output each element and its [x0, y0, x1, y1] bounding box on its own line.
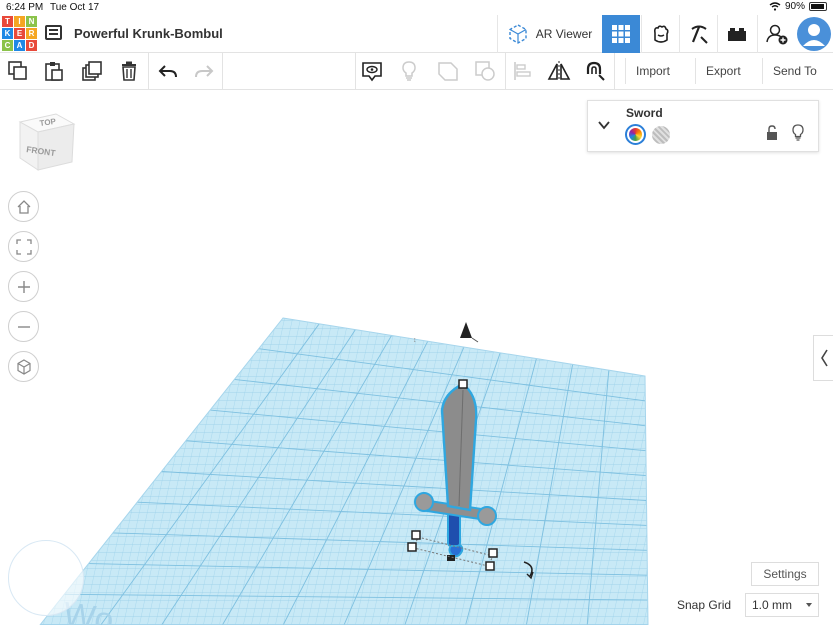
snap-grid-label: Snap Grid	[677, 598, 732, 612]
edit-toolbar: Import Export Send To	[0, 53, 833, 90]
light-bulb-button[interactable]	[397, 59, 421, 83]
import-button[interactable]: Import	[625, 58, 680, 84]
zoom-in-button[interactable]	[8, 271, 39, 302]
3d-design-grid-icon	[612, 25, 630, 43]
logo-letter: E	[14, 28, 25, 39]
design-list-icon[interactable]	[45, 25, 62, 40]
ortho-perspective-icon	[16, 358, 31, 375]
ar-viewer-button[interactable]: AR Viewer	[497, 15, 600, 53]
logo-letter: T	[2, 16, 13, 27]
workplane-area[interactable]: Wo ↕ TOP FRONT	[0, 90, 833, 625]
status-time: 6:24 PM	[6, 2, 44, 13]
notes-button[interactable]	[360, 59, 384, 83]
fit-view-button[interactable]	[8, 231, 39, 262]
status-date: Tue Oct 17	[50, 2, 100, 13]
light-bulb-icon	[402, 61, 416, 81]
redo-button[interactable]	[192, 59, 216, 83]
delete-icon	[122, 61, 136, 81]
user-avatar-icon	[797, 17, 831, 51]
ortho-perspective-button[interactable]	[8, 351, 39, 382]
shape-name: Sword	[626, 106, 663, 120]
logo-letter: C	[2, 40, 13, 51]
workplane-canvas[interactable]: Wo ↕	[0, 90, 833, 625]
duplicate-icon	[82, 61, 102, 81]
home-view-button[interactable]	[8, 191, 39, 222]
chevron-left-icon	[820, 349, 828, 367]
align-icon	[514, 62, 531, 80]
sidebar-toggle[interactable]	[813, 335, 833, 381]
undo-button[interactable]	[156, 59, 180, 83]
paste-button[interactable]	[42, 59, 66, 83]
logo-letter: K	[2, 28, 13, 39]
lego-brick-icon	[727, 28, 746, 41]
add-user-icon	[765, 24, 787, 45]
align-button[interactable]	[511, 59, 535, 83]
bricks-pickaxe-icon	[690, 25, 708, 44]
fit-view-icon	[15, 238, 32, 255]
snap-grid-select[interactable]: 1.0 mm	[745, 593, 819, 617]
delete-button[interactable]	[117, 59, 141, 83]
tinkercad-logo[interactable]: TIN KER CAD	[2, 16, 37, 51]
blocks-button[interactable]	[641, 15, 679, 53]
copy-icon	[8, 61, 27, 80]
copy-button[interactable]	[6, 59, 30, 83]
settings-button[interactable]: Settings	[751, 562, 819, 586]
export-button[interactable]: Export	[695, 58, 751, 84]
group-icon	[438, 62, 458, 81]
lift-arrow-icon[interactable]	[460, 322, 479, 343]
project-title[interactable]: Powerful Krunk-Bombul	[74, 26, 223, 41]
snap-grid-value: 1.0 mm	[752, 598, 793, 612]
logo-letter: I	[14, 16, 25, 27]
add-user-button[interactable]	[757, 15, 795, 53]
mirror-button[interactable]	[547, 59, 571, 83]
blocks-icon	[653, 25, 669, 43]
zoom-out-button[interactable]	[8, 311, 39, 342]
notes-icon	[362, 62, 382, 82]
cruise-button[interactable]	[583, 59, 607, 83]
ar-viewer-label: AR Viewer	[535, 27, 593, 41]
app-header: TIN KER CAD Powerful Krunk-Bombul AR Viewe…	[0, 15, 833, 53]
ar-cube-icon	[509, 24, 527, 44]
mirror-icon	[547, 61, 571, 81]
avatar[interactable]	[795, 15, 833, 53]
chevron-down-icon[interactable]	[597, 118, 611, 132]
light-bulb-icon[interactable]	[791, 124, 805, 141]
3d-design-grid-button[interactable]	[602, 15, 640, 53]
view-cube[interactable]: TOP FRONT	[16, 112, 78, 174]
navigation-joystick[interactable]	[8, 540, 84, 616]
shape-inspector-panel: Sword	[587, 100, 819, 152]
paste-icon	[45, 62, 63, 81]
battery-percent: 90%	[784, 1, 805, 12]
undo-icon	[158, 65, 177, 78]
height-marker: ↕	[413, 337, 417, 344]
logo-letter: A	[14, 40, 25, 51]
duplicate-button[interactable]	[80, 59, 104, 83]
caret-down-icon	[806, 603, 812, 607]
group-button[interactable]	[436, 59, 460, 83]
status-bar: 6:24 PM Tue Oct 17 90%	[0, 0, 833, 15]
ungroup-button[interactable]	[473, 59, 497, 83]
solid-color-swatch[interactable]	[625, 124, 646, 145]
redo-icon	[195, 65, 214, 78]
logo-letter: R	[26, 28, 37, 39]
battery-icon	[809, 2, 827, 11]
lego-button[interactable]	[717, 15, 755, 53]
send-to-button[interactable]: Send To	[762, 58, 827, 84]
hole-swatch[interactable]	[652, 126, 670, 144]
logo-letter: D	[26, 40, 37, 51]
wifi-icon	[769, 2, 781, 11]
zoom-out-icon	[17, 325, 30, 328]
zoom-in-icon	[17, 280, 30, 293]
logo-letter: N	[26, 16, 37, 27]
ungroup-icon	[475, 61, 495, 81]
lock-icon[interactable]	[765, 125, 779, 141]
bricks-button[interactable]	[679, 15, 717, 53]
home-icon	[17, 199, 30, 214]
cruise-magnet-icon	[586, 61, 605, 81]
